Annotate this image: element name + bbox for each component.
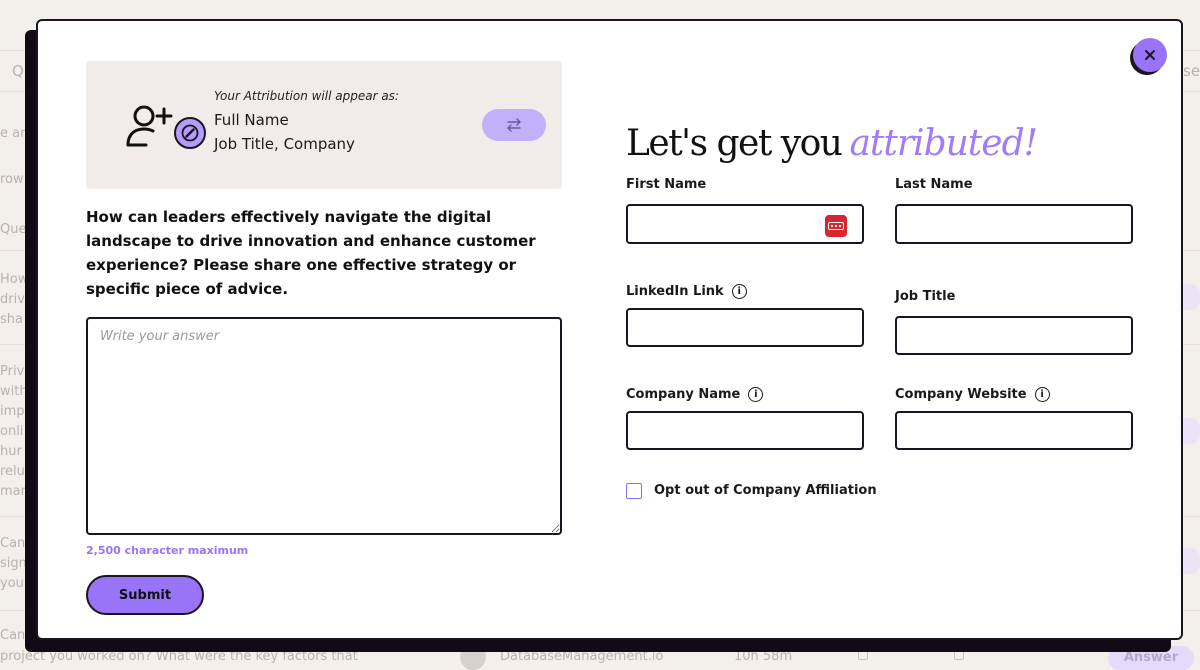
attribution-preview-card: Your Attribution will appear as: Full Na… [86, 61, 562, 189]
company-website-field[interactable] [895, 411, 1133, 450]
background-text: mar [0, 484, 26, 499]
last-name-label: Last Name [895, 177, 973, 192]
form-heading: Let's get you attributed! [626, 123, 1038, 164]
attribution-modal: Your Attribution will appear as: Full Na… [36, 19, 1183, 640]
background-text: sign [0, 556, 27, 571]
linkedin-label-text: LinkedIn Link [626, 284, 724, 299]
close-button[interactable] [1133, 38, 1167, 72]
company-name-field[interactable] [626, 411, 864, 450]
company-website-label-text: Company Website [895, 387, 1027, 402]
background-text: Que [0, 222, 27, 237]
background-text: Can [0, 628, 26, 643]
last-name-label-text: Last Name [895, 177, 973, 192]
background-text: onli [0, 424, 24, 439]
heading-main: Let's get you [626, 123, 843, 164]
character-limit-note: 2,500 character maximum [86, 544, 249, 557]
last-name-field[interactable] [895, 204, 1133, 244]
job-title-label: Job Title [895, 289, 955, 304]
background-text: row [0, 172, 24, 187]
background-text: imp [0, 404, 25, 419]
answer-textarea[interactable] [86, 317, 562, 535]
background-search-letter: Q [12, 62, 24, 80]
background-text: e ar [0, 126, 26, 141]
opt-out-checkbox[interactable] [626, 483, 642, 499]
attribution-job-company: Job Title, Company [214, 135, 355, 153]
swap-attribution-button[interactable] [482, 109, 546, 141]
background-text: sha [0, 312, 23, 327]
company-name-label: Company Name i [626, 387, 764, 402]
attribution-caption: Your Attribution will appear as: [214, 89, 399, 103]
close-icon [1145, 50, 1155, 60]
info-icon[interactable]: i [1034, 387, 1050, 402]
background-text: Can [0, 536, 26, 551]
password-manager-icon[interactable] [825, 215, 847, 237]
edit-attribution-button[interactable] [174, 117, 206, 149]
info-icon[interactable]: i [731, 284, 747, 299]
first-name-label-text: First Name [626, 177, 707, 192]
company-website-label: Company Website i [895, 387, 1050, 402]
opt-out-label: Opt out of Company Affiliation [654, 483, 877, 498]
background-right-fragment: sel [1183, 62, 1200, 80]
background-text: hur [0, 444, 22, 459]
background-text: with [0, 384, 28, 399]
linkedin-label: LinkedIn Link i [626, 284, 747, 299]
question-text: How can leaders effectively navigate the… [86, 208, 536, 298]
background-text: you [0, 576, 24, 591]
submit-button[interactable]: Submit [86, 575, 204, 615]
background-text: Priv [0, 364, 25, 379]
background-text: relu [0, 464, 25, 479]
pencil-icon [181, 124, 199, 142]
attribution-full-name: Full Name [214, 111, 289, 129]
heading-accent: attributed! [849, 123, 1038, 164]
company-name-label-text: Company Name [626, 387, 741, 402]
linkedin-field[interactable] [626, 308, 864, 347]
info-icon[interactable]: i [748, 387, 764, 402]
job-title-label-text: Job Title [895, 289, 956, 304]
first-name-label: First Name [626, 177, 706, 192]
dots-icon [828, 222, 844, 230]
job-title-field[interactable] [895, 316, 1133, 355]
swap-arrows-icon [507, 118, 521, 132]
add-user-icon [126, 105, 173, 147]
background-text: driv [0, 292, 25, 307]
